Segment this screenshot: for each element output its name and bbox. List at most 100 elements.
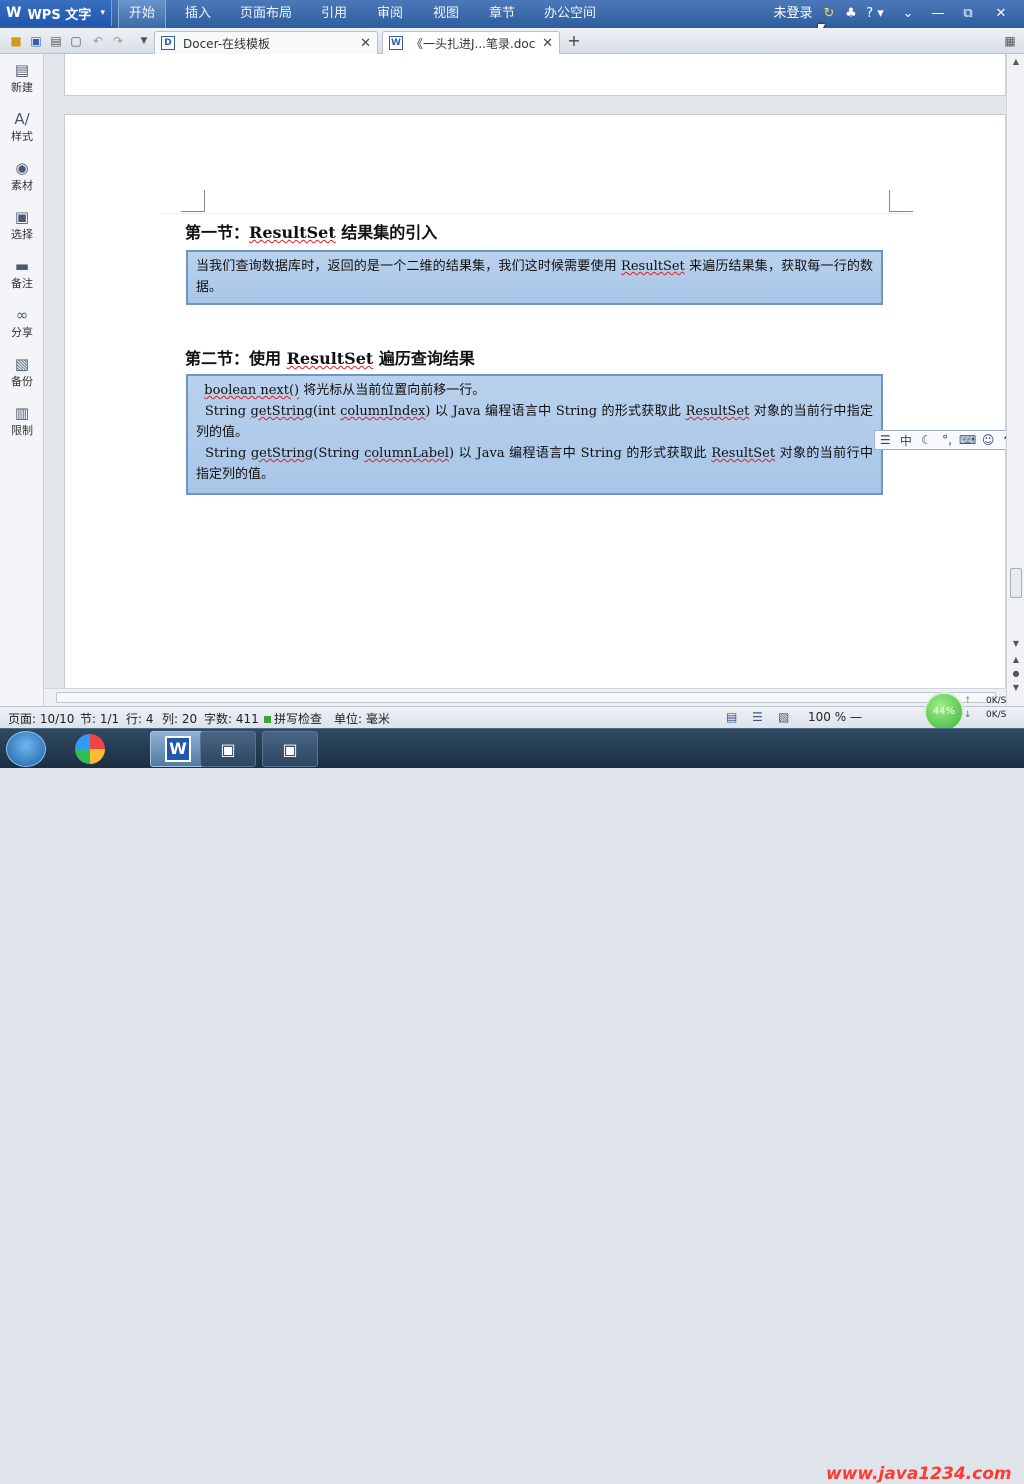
network-monitor-widget[interactable]: 44%: [924, 692, 964, 732]
menu-chapter[interactable]: 章节: [480, 0, 524, 28]
section2-heading[interactable]: 第二节：使用 ResultSet 遍历查询结果: [185, 345, 475, 369]
ime-chinese-mode-icon[interactable]: 中: [896, 432, 917, 449]
prev-page-icon[interactable]: ▲: [1010, 654, 1022, 666]
spellcheck-toggle[interactable]: 拼写检查: [264, 710, 322, 727]
ime-menu-icon[interactable]: ☰: [875, 433, 896, 447]
sidebar-item-restrict[interactable]: ▥ 限制: [0, 403, 44, 449]
share-icon: ∞: [15, 306, 29, 324]
title-bar: W WPS 文字 ▾ 开始 插入 页面布局 引用 审阅 视图 章节 办公空间 未…: [0, 0, 1024, 28]
next-page-icon[interactable]: ▼: [1010, 682, 1022, 694]
ime-toolbar: ☰ 中 ☾ °, ⌨ ☺ ⚒: [874, 430, 1020, 450]
sidebar-item-label: 限制: [11, 424, 33, 437]
help-icon[interactable]: ? ▾: [862, 0, 888, 28]
taskbar-app-2[interactable]: ▣: [200, 731, 256, 767]
new-tab-icon[interactable]: +: [566, 33, 582, 49]
note-icon: ▬: [14, 257, 30, 275]
section2-line-next: boolean next() 将光标从当前位置向前移一行。: [204, 383, 486, 398]
sidebar-item-label: 备注: [11, 277, 33, 290]
customize-dropdown-icon[interactable]: ▼: [136, 33, 152, 49]
status-page[interactable]: 页面: 10/10: [8, 710, 74, 727]
login-link[interactable]: 未登录: [768, 0, 818, 28]
ime-halfwidth-icon[interactable]: ☾: [916, 433, 937, 447]
scroll-thumb[interactable]: [56, 692, 996, 703]
tab-docer-templates[interactable]: D Docer-在线模板 ✕: [154, 31, 378, 54]
taskbar-app-3[interactable]: ▣: [262, 731, 318, 767]
page-view-icon[interactable]: ▤: [726, 710, 737, 724]
document-canvas[interactable]: 第一节：ResultSet 结果集的引入 当我们查询数据库时，返回的是一个二维的…: [44, 54, 1006, 688]
tab-close-icon[interactable]: ✕: [542, 36, 553, 51]
taskbar-wps-writer[interactable]: W: [150, 731, 206, 767]
collapse-ribbon-icon[interactable]: ⌄: [896, 0, 920, 28]
status-unit[interactable]: 单位: 毫米: [334, 710, 390, 727]
menu-office-space[interactable]: 办公空间: [536, 0, 604, 28]
redo-icon[interactable]: ↷: [110, 33, 126, 49]
status-word-count[interactable]: 字数: 411: [204, 710, 259, 727]
print-preview-icon[interactable]: ▢: [68, 33, 84, 49]
text-boundary-guide: [161, 213, 911, 214]
download-rate: 0K/S: [986, 710, 1007, 720]
section1-heading[interactable]: 第一节：ResultSet 结果集的引入: [185, 219, 437, 243]
menu-start[interactable]: 开始: [118, 0, 166, 28]
ime-keyboard-icon[interactable]: ⌨: [957, 433, 978, 447]
menu-view[interactable]: 视图: [424, 0, 468, 28]
sidebar-item-style[interactable]: A∕ 样式: [0, 109, 44, 155]
sidebar-item-select[interactable]: ▣ 选择: [0, 207, 44, 253]
outline-view-icon[interactable]: ☰: [752, 710, 763, 724]
menu-references[interactable]: 引用: [312, 0, 356, 28]
menu-review[interactable]: 审阅: [368, 0, 412, 28]
ime-user-icon[interactable]: ☺: [978, 433, 999, 447]
download-arrow-icon: ↓: [964, 710, 972, 720]
wps-writer-icon: W: [165, 736, 191, 762]
sidebar-item-label: 分享: [11, 326, 33, 339]
select-browse-object-icon[interactable]: ●: [1010, 668, 1022, 680]
spellcheck-status-icon: [264, 716, 271, 723]
wps-writer-doc-icon: W: [389, 36, 403, 50]
task-sidebar: ▤ 新建 A∕ 样式 ◉ 素材 ▣ 选择 ▬ 备注 ∞ 分享 ▧ 备份 ▥ 限制: [0, 54, 44, 706]
close-icon[interactable]: ✕: [988, 0, 1014, 28]
status-bar: 页面: 10/10 节: 1/1 行: 4 列: 20 字数: 411 拼写检查…: [0, 706, 1024, 728]
sidebar-item-new[interactable]: ▤ 新建: [0, 60, 44, 106]
tab-label: Docer-在线模板: [183, 36, 271, 51]
taskbar-app-colorful-icon[interactable]: [62, 731, 118, 767]
scroll-thumb[interactable]: [1010, 568, 1022, 598]
scroll-up-icon[interactable]: ▲: [1010, 56, 1022, 68]
horizontal-scrollbar[interactable]: [44, 688, 1006, 706]
ime-punctuation-icon[interactable]: °,: [937, 433, 958, 447]
web-view-icon[interactable]: ▧: [778, 710, 789, 724]
margin-corner-mark: [181, 190, 205, 212]
folder-open-icon[interactable]: ■: [8, 33, 24, 49]
sidebar-item-material[interactable]: ◉ 素材: [0, 158, 44, 204]
start-button[interactable]: [6, 731, 46, 767]
minimize-icon[interactable]: —: [926, 0, 950, 28]
docer-icon: D: [161, 36, 175, 50]
undo-icon[interactable]: ↶: [90, 33, 106, 49]
style-icon: A∕: [14, 110, 30, 128]
wps-app-menu-button[interactable]: W WPS 文字 ▾: [0, 0, 112, 26]
tab-label: 《一头扎进J...笔录.doc: [411, 36, 536, 51]
tab-close-icon[interactable]: ✕: [360, 36, 371, 51]
menu-insert[interactable]: 插入: [176, 0, 220, 28]
restore-icon[interactable]: ⧉: [956, 0, 980, 28]
sidebar-item-label: 新建: [11, 81, 33, 94]
menu-page-layout[interactable]: 页面布局: [236, 0, 296, 28]
save-icon[interactable]: ▣: [28, 33, 44, 49]
status-row: 行: 4: [126, 712, 154, 726]
document-page[interactable]: 第一节：ResultSet 结果集的引入 当我们查询数据库时，返回的是一个二维的…: [64, 114, 1006, 688]
section2-callout-box[interactable]: boolean next() 将光标从当前位置向前移一行。 String get…: [186, 374, 883, 495]
upload-arrow-icon: ↑: [964, 696, 972, 706]
sidebar-item-note[interactable]: ▬ 备注: [0, 256, 44, 302]
section2-line-getstring-label: String getString(String columnLabel) 以 J…: [196, 446, 873, 482]
print-icon[interactable]: ▤: [48, 33, 64, 49]
tab-list-icon[interactable]: ▦: [1002, 33, 1018, 49]
zoom-level[interactable]: 100 %: [808, 710, 846, 724]
zoom-out-icon[interactable]: —: [850, 710, 862, 724]
sidebar-item-backup[interactable]: ▧ 备份: [0, 354, 44, 400]
skin-icon[interactable]: ♣: [842, 0, 860, 28]
scroll-down-icon[interactable]: ▼: [1010, 638, 1022, 650]
section1-callout-box[interactable]: 当我们查询数据库时，返回的是一个二维的结果集，我们这时候需要使用 ResultS…: [186, 250, 883, 305]
app-name: WPS 文字: [27, 7, 92, 23]
sidebar-item-label: 选择: [11, 228, 33, 241]
sidebar-item-share[interactable]: ∞ 分享: [0, 305, 44, 351]
tab-document[interactable]: W 《一头扎进J...笔录.doc ✕: [382, 31, 560, 54]
vertical-scrollbar[interactable]: ▲ ▼ ▲ ● ▼: [1006, 54, 1024, 706]
